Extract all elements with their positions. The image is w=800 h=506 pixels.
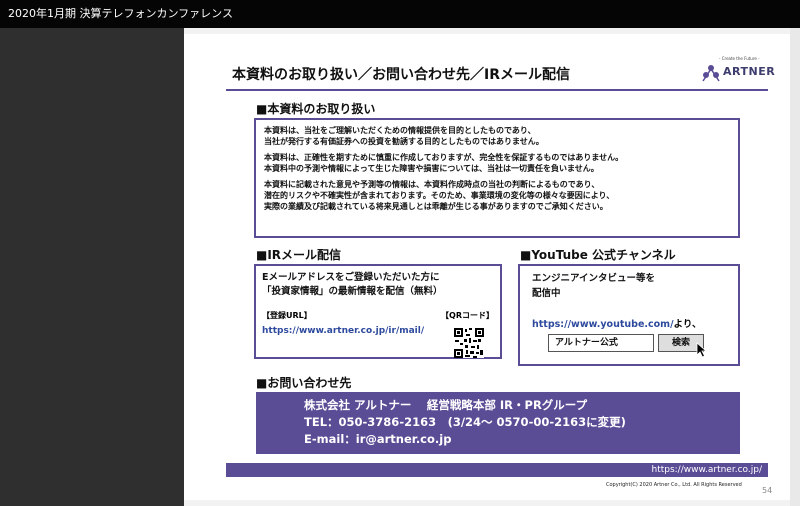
logo-name: ARTNER <box>723 65 776 78</box>
qr-code-icon <box>454 328 484 358</box>
footer-url: https://www.artner.co.jp/ <box>651 465 762 475</box>
ir-mail-box: Eメールアドレスをご登録いただいた方に 「投資家情報」の最新情報を配信（無料） … <box>254 264 502 359</box>
search-input: アルトナー公式 <box>548 334 654 352</box>
youtube-url-text: https://www.youtube.com/より、 <box>532 316 701 330</box>
right-edge-strip <box>790 28 800 506</box>
handling-line: 本資料に記載された意見や予測等の情報は、本資料作成時点の当社の判断によるものであ… <box>264 180 600 189</box>
page-number: 54 <box>762 486 773 495</box>
handling-paragraph: 本資料に記載された意見や予測等の情報は、本資料作成時点の当社の判断によるものであ… <box>264 179 730 212</box>
register-url-label: 【登録URL】 <box>262 311 312 320</box>
handling-line: 実際の業績及び記載されている将来見通しとは乖離が生じる事がありますのでご承知くだ… <box>264 202 608 211</box>
handling-line: 本資料は、正確性を期すために慎重に作成しておりますが、完全性を保証するものではあ… <box>264 153 624 162</box>
handling-line: 本資料中の予測や情報によって生じた障害や損害については、当社は一切責任を負いませ… <box>264 164 599 173</box>
handling-line: 潜在的リスクや不確実性が含まれております。そのため、事業環境の変化等の様々な要因… <box>264 191 615 200</box>
youtube-line: 配信中 <box>532 288 561 299</box>
left-dark-panel <box>0 28 184 506</box>
contact-email: E-mail：ir@artner.co.jp <box>304 432 452 446</box>
contact-company: 株式会社 アルトナー 経営戦略本部 IR・PRグループ <box>304 398 588 412</box>
title-underline <box>226 89 768 91</box>
youtube-box: エンジニアインタビュー等を 配信中 https://www.youtube.co… <box>518 264 740 366</box>
handling-heading: ■本資料のお取り扱い <box>256 102 376 116</box>
youtube-url-link[interactable]: https://www.youtube.com/ <box>532 319 674 330</box>
footer-bar: https://www.artner.co.jp/ <box>226 463 768 477</box>
contact-heading: ■お問い合わせ先 <box>256 376 352 390</box>
contact-box: 株式会社 アルトナー 経営戦略本部 IR・PRグループ TEL：050-3786… <box>256 392 740 454</box>
handling-line: 当社が発行する有価証券への投資を勧誘する目的としたものではありません。 <box>264 137 544 146</box>
logo-mark-icon <box>702 65 720 82</box>
contact-tel: TEL：050-3786-2163 (3/24～ 0570-00-2163に変更… <box>304 415 626 429</box>
handling-paragraph: 本資料は、正確性を期すために慎重に作成しておりますが、完全性を保証するものではあ… <box>264 152 730 174</box>
youtube-line: エンジニアインタビュー等を <box>532 273 656 284</box>
ir-mail-url-link[interactable]: https://www.artner.co.jp/ir/mail/ <box>262 326 424 336</box>
slide-title: 本資料のお取り扱い／お問い合わせ先／IRメール配信 <box>232 67 570 83</box>
youtube-heading: ■YouTube 公式チャンネル <box>520 248 676 262</box>
ir-mail-line: 「投資家情報」の最新情報を配信（無料） <box>262 286 443 297</box>
handling-line: 本資料は、当社をご理解いただくための情報提供を目的としたものであり、 <box>264 126 536 135</box>
ir-mail-line: Eメールアドレスをご登録いただいた方に <box>262 272 440 283</box>
window-titlebar: 2020年1月期 決算テレフォンカンファレンス <box>0 0 800 28</box>
ir-mail-heading: ■IRメール配信 <box>256 248 342 262</box>
mouse-cursor-icon <box>696 342 708 358</box>
qr-code-label: 【QRコード】 <box>441 311 494 320</box>
handling-paragraph: 本資料は、当社をご理解いただくための情報提供を目的としたものであり、 当社が発行… <box>264 125 730 147</box>
youtube-url-suffix: より、 <box>673 319 702 330</box>
logo-tagline: - Create the Future - <box>719 56 760 61</box>
window-title: 2020年1月期 決算テレフォンカンファレンス <box>8 7 233 20</box>
handling-box: 本資料は、当社をご理解いただくための情報提供を目的としたものであり、 当社が発行… <box>254 118 740 238</box>
company-logo: - Create the Future - ARTNER <box>701 56 776 86</box>
presentation-slide: 本資料のお取り扱い／お問い合わせ先／IRメール配信 - Create the F… <box>184 34 790 500</box>
copyright-text: Copyright(C) 2020 Artner Co., Ltd. All R… <box>606 482 742 488</box>
